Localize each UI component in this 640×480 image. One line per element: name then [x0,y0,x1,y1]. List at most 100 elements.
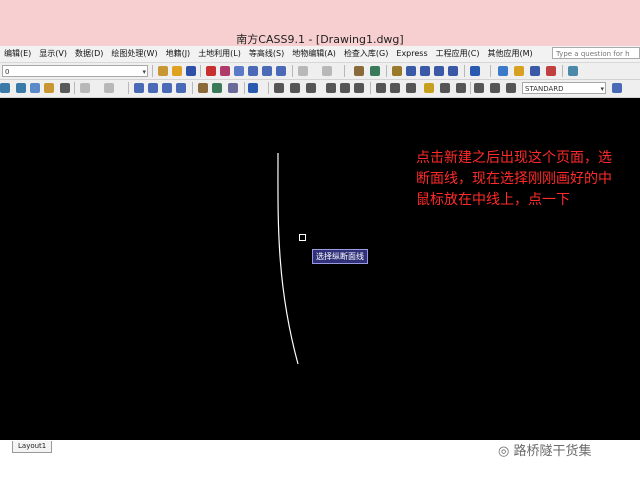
ordinate-dimension-icon[interactable] [306,83,316,93]
menu-view[interactable]: 显示(V) [35,47,71,61]
menu-check-import[interactable]: 检查入库(G) [340,47,392,61]
redo-icon[interactable] [322,66,332,76]
open-folder-icon[interactable] [172,66,182,76]
undo-icon[interactable] [80,83,90,93]
toolbar-divider [344,65,345,77]
edit-icon[interactable] [392,66,402,76]
layer-value: 0 [5,68,10,76]
cursor-pickbox [299,234,306,241]
paste-icon[interactable] [44,83,54,93]
menu-edit[interactable]: 编辑(E) [0,47,35,61]
cursor-tooltip: 选择纵断面线 [312,249,368,264]
erase-icon[interactable] [220,66,230,76]
help-icon[interactable] [248,83,258,93]
menu-contours[interactable]: 等高线(S) [245,47,288,61]
toolbar-divider [200,65,201,77]
menu-drawing-process[interactable]: 绘图处理(W) [107,47,161,61]
move-icon[interactable] [406,66,416,76]
layer-state-icon[interactable] [514,66,524,76]
angular-dimension-icon[interactable] [354,83,364,93]
zoom-previous-icon[interactable] [276,66,286,76]
layer-walk-icon[interactable] [568,66,578,76]
redo-icon[interactable] [104,83,114,93]
pencil-icon[interactable] [206,66,216,76]
menu-express[interactable]: Express [392,47,431,61]
menu-bar: 编辑(E) 显示(V) 数据(D) 绘图处理(W) 地籍(J) 土地利用(L) … [0,46,640,63]
tolerance-icon[interactable] [440,83,450,93]
brush-icon[interactable] [60,83,70,93]
chevron-down-icon: ▾ [600,85,604,93]
annotation-line: 鼠标放在中线上，点一下 [416,192,570,208]
toolbar-divider [562,65,563,77]
toolbar-divider [192,82,193,94]
properties-icon[interactable] [198,83,208,93]
table-icon[interactable] [370,66,380,76]
toolbar-divider [244,82,245,94]
zoom-window-icon[interactable] [162,83,172,93]
radius-dimension-icon[interactable] [326,83,336,93]
toolbar-divider [370,82,371,94]
undo-icon[interactable] [298,66,308,76]
zoom-extents-icon[interactable] [262,66,272,76]
toolbar-divider [268,82,269,94]
properties-icon[interactable] [354,66,364,76]
instruction-annotation: 点击新建之后出现这个页面，选 断面线，现在选择刚刚画好的中 鼠标放在中线上，点一… [416,148,612,211]
help-icon[interactable] [470,66,480,76]
pan-realtime-icon[interactable] [134,83,144,93]
dimension-update-icon[interactable] [506,83,516,93]
copy-icon[interactable] [30,83,40,93]
centerline-polyline[interactable] [277,152,299,365]
menu-data[interactable]: 数据(D) [71,47,107,61]
layer-previous-icon[interactable] [530,66,540,76]
help-search-input[interactable]: Type a question for h [552,47,640,59]
match-icon[interactable] [16,83,26,93]
toolbar-divider [292,65,293,77]
design-center-icon[interactable] [212,83,222,93]
layer-isolate-icon[interactable] [546,66,556,76]
aligned-dimension-icon[interactable] [290,83,300,93]
toolbar-divider [464,65,465,77]
linear-dimension-icon[interactable] [274,83,284,93]
layer-manager-icon[interactable] [498,66,508,76]
save-icon[interactable] [186,66,196,76]
dimension-style-dropdown[interactable]: STANDARD ▾ [522,82,606,94]
chevron-down-icon: ▾ [142,68,146,76]
menu-land-use[interactable]: 土地利用(L) [194,47,245,61]
watermark-text: 路桥隧干货集 [513,444,592,459]
pan-icon[interactable] [158,66,168,76]
zoom-icon[interactable] [148,83,158,93]
menu-other-apps[interactable]: 其他应用(M) [483,47,536,61]
dimension-edit-icon[interactable] [474,83,484,93]
toolbar-divider [470,82,471,94]
watermark: ◎ 路桥隧干货集 [498,442,592,462]
diameter-dimension-icon[interactable] [340,83,350,93]
menu-feature-edit[interactable]: 地物编辑(A) [288,47,340,61]
dimension-text-edit-icon[interactable] [490,83,500,93]
quick-dimension-icon[interactable] [376,83,386,93]
menu-cadastre[interactable]: 地籍(J) [162,47,195,61]
zoom-realtime-icon[interactable] [234,66,244,76]
trim-icon[interactable] [434,66,444,76]
snap-icon[interactable] [0,83,10,93]
window-title: 南方CASS9.1 - [Drawing1.dwg] [236,33,404,46]
tab-layout1[interactable]: Layout1 [12,441,53,453]
standard-toolbar: 0 ▾ [0,63,640,80]
tool-palettes-icon[interactable] [228,83,238,93]
baseline-dimension-icon[interactable] [390,83,400,93]
extend-icon[interactable] [448,66,458,76]
layer-dropdown[interactable]: 0 ▾ [2,65,148,77]
leader-icon[interactable] [424,83,434,93]
rotate-icon[interactable] [420,66,430,76]
annotation-line: 断面线，现在选择刚刚画好的中 [416,171,612,187]
toolbar-divider [128,82,129,94]
title-bar: 南方CASS9.1 - [Drawing1.dwg] [0,0,640,46]
continue-dimension-icon[interactable] [406,83,416,93]
toolbar-divider [74,82,75,94]
zoom-window-icon[interactable] [248,66,258,76]
menu-engineering[interactable]: 工程应用(C) [432,47,484,61]
dimension-style-value: STANDARD [525,85,564,93]
dimension-style-icon[interactable] [612,83,622,93]
center-mark-icon[interactable] [456,83,466,93]
zoom-previous-icon[interactable] [176,83,186,93]
wechat-icon: ◎ [498,444,510,459]
